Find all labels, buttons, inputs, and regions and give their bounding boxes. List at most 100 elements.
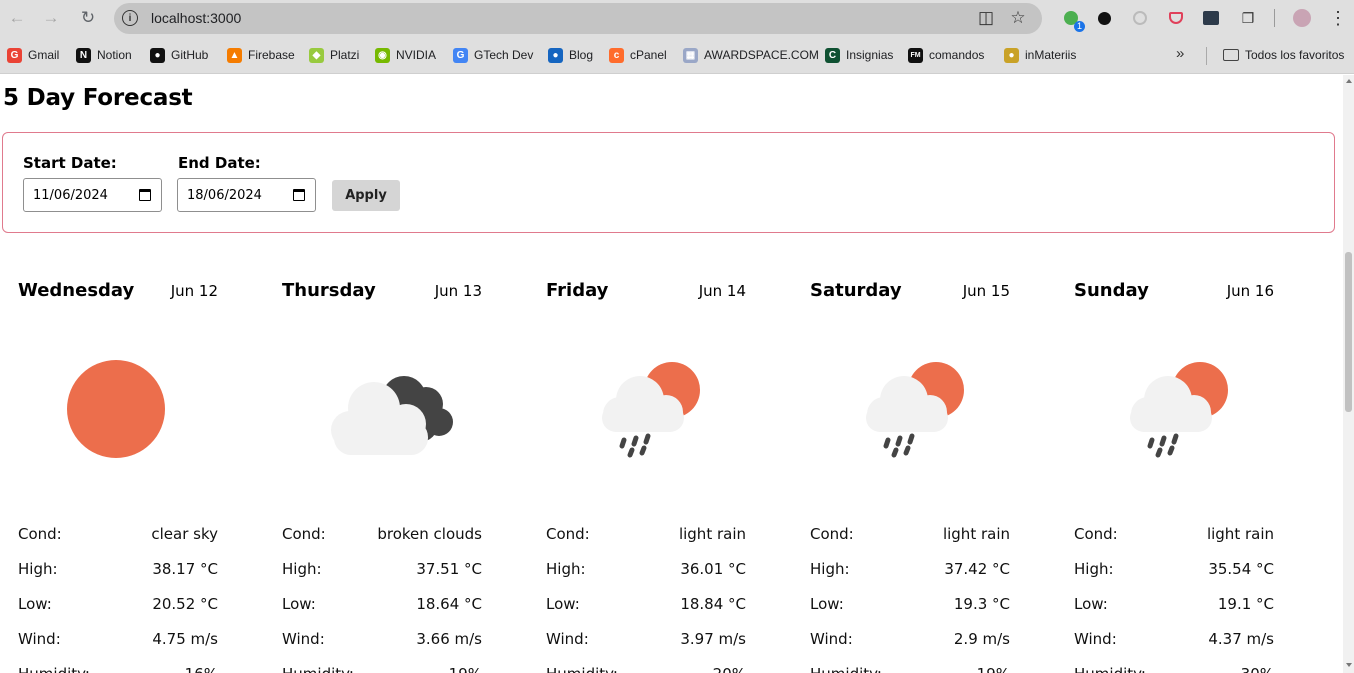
extension-globe-icon[interactable]: 1 (1059, 6, 1085, 32)
calendar-icon[interactable] (293, 189, 305, 201)
browser-menu-icon[interactable]: ⋮ (1326, 6, 1350, 30)
bookmark-label: Firebase (248, 48, 295, 62)
apply-button[interactable]: Apply (332, 180, 400, 211)
bookmark-label: Notion (97, 48, 132, 62)
extensions-puzzle-icon[interactable]: ❐ (1236, 6, 1260, 30)
bookmark-notion[interactable]: N Notion (76, 45, 132, 65)
more-bookmarks-icon[interactable]: » (1176, 45, 1184, 62)
address-bar[interactable]: i localhost:3000 ◫ ☆ (114, 3, 1042, 34)
bookmark-label: GitHub (171, 48, 209, 62)
wind-value: 4.75 m/s (152, 630, 218, 648)
forecast-day-card: Sunday Jun 16 Cond: light rain High: 35.… (1074, 280, 1274, 673)
back-arrow-icon[interactable]: ← (3, 4, 31, 32)
install-app-icon[interactable]: ◫ (976, 8, 996, 28)
low-row: Low: 20.52 °C (18, 595, 218, 615)
bookmark-gtech-dev[interactable]: G GTech Dev (453, 45, 533, 65)
extension-dots-icon[interactable] (1199, 6, 1223, 30)
cond-value: light rain (1206, 525, 1274, 543)
reload-icon[interactable]: ↻ (74, 4, 102, 32)
scroll-down-arrow-icon[interactable] (1346, 663, 1352, 667)
low-row: Low: 19.3 °C (810, 595, 1010, 615)
cond-label: Cond: (546, 525, 590, 543)
low-label: Low: (546, 595, 580, 613)
pocket-icon[interactable] (1164, 6, 1188, 30)
all-bookmarks-folder[interactable]: Todos los favoritos (1223, 45, 1344, 65)
extension-panda-icon[interactable] (1092, 6, 1116, 30)
profile-avatar-icon[interactable] (1290, 6, 1314, 30)
end-date-input[interactable]: 18/06/2024 (177, 178, 316, 212)
bookmark-cpanel[interactable]: c cPanel (609, 45, 667, 65)
humidity-row: Humidity: 30% (1074, 665, 1274, 673)
bookmark-github[interactable]: ● GitHub (150, 45, 208, 65)
extension-bubble-icon[interactable] (1128, 6, 1152, 30)
cond-label: Cond: (1074, 525, 1118, 543)
bookmark-star-icon[interactable]: ☆ (1008, 8, 1028, 28)
cond-value: broken clouds (377, 525, 482, 543)
high-value: 35.54 °C (1208, 560, 1274, 578)
firebase-icon: ▲ (227, 47, 242, 63)
calendar-icon[interactable] (139, 189, 151, 201)
bookmark-insignias[interactable]: C Insignias (825, 45, 893, 65)
day-name: Friday (546, 280, 609, 301)
day-date: Jun 14 (698, 282, 746, 300)
date-filter-card: Start Date: 11/06/2024 End Date: 18/06/2… (2, 132, 1335, 233)
humidity-row: Humidity: 19% (810, 665, 1010, 673)
humidity-row: Humidity: 16% (18, 665, 218, 673)
scrollbar-thumb[interactable] (1345, 252, 1352, 412)
gmail-icon: G (7, 47, 22, 63)
github-icon: ● (150, 47, 165, 63)
cond-row: Cond: clear sky (18, 525, 218, 545)
light-rain-icon (586, 342, 706, 462)
bookmark-label: cPanel (630, 48, 667, 62)
bookmark-firebase[interactable]: ▲ Firebase (227, 45, 295, 65)
day-date: Jun 15 (962, 282, 1010, 300)
start-date-value[interactable]: 11/06/2024 (33, 188, 108, 203)
bookmark-gmail[interactable]: G Gmail (7, 45, 59, 65)
bookmark-platzi[interactable]: ◆ Platzi (309, 45, 359, 65)
bookmarks-bar: » Todos los favoritos G Gmail N Notion ● GitH… (0, 37, 1354, 74)
browser-toolbar: ← → ↻ i localhost:3000 ◫ ☆ 1 ❐ ⋮ (0, 0, 1354, 37)
end-date-label: End Date: (178, 154, 261, 172)
folder-icon (1223, 49, 1239, 61)
end-date-value[interactable]: 18/06/2024 (187, 188, 262, 203)
low-value: 20.52 °C (152, 595, 218, 613)
cond-value: clear sky (151, 525, 218, 543)
wind-row: Wind: 4.37 m/s (1074, 630, 1274, 650)
day-date: Jun 16 (1226, 282, 1274, 300)
humidity-label: Humidity: (18, 665, 90, 673)
address-url[interactable]: localhost:3000 (151, 10, 241, 26)
high-row: High: 37.42 °C (810, 560, 1010, 580)
bookmark-comandos[interactable]: FM comandos (908, 45, 984, 65)
scroll-up-arrow-icon[interactable] (1346, 79, 1352, 83)
cond-row: Cond: broken clouds (282, 525, 482, 545)
light-rain-icon (850, 342, 970, 462)
blog-icon: ● (548, 47, 563, 63)
low-row: Low: 18.84 °C (546, 595, 746, 615)
start-date-label: Start Date: (23, 154, 117, 172)
forward-arrow-icon[interactable]: → (37, 4, 65, 32)
bookmark-nvidia[interactable]: ◉ NVIDIA (375, 45, 436, 65)
bookmark-awardspace-com[interactable]: ▦ AWARDSPACE.COM (683, 45, 819, 65)
wind-value: 3.66 m/s (416, 630, 482, 648)
cond-label: Cond: (810, 525, 854, 543)
cond-value: light rain (942, 525, 1010, 543)
high-value: 36.01 °C (680, 560, 746, 578)
high-value: 37.51 °C (416, 560, 482, 578)
bookmark-blog[interactable]: ● Blog (548, 45, 593, 65)
clear-sky-icon (58, 342, 178, 462)
low-label: Low: (1074, 595, 1108, 613)
start-date-input[interactable]: 11/06/2024 (23, 178, 162, 212)
wind-label: Wind: (546, 630, 589, 648)
bookmark-label: Blog (569, 48, 594, 62)
high-value: 38.17 °C (152, 560, 218, 578)
high-label: High: (810, 560, 850, 578)
bookmark-label: Platzi (330, 48, 360, 62)
bookmark-inmateriis[interactable]: ● inMateriis (1004, 45, 1076, 65)
humidity-row: Humidity: 20% (546, 665, 746, 673)
bookmark-label: NVIDIA (396, 48, 437, 62)
wind-row: Wind: 3.66 m/s (282, 630, 482, 650)
scrollbar[interactable] (1343, 75, 1354, 673)
site-info-icon[interactable]: i (122, 10, 138, 26)
wind-row: Wind: 4.75 m/s (18, 630, 218, 650)
humidity-value: 19% (449, 665, 482, 673)
